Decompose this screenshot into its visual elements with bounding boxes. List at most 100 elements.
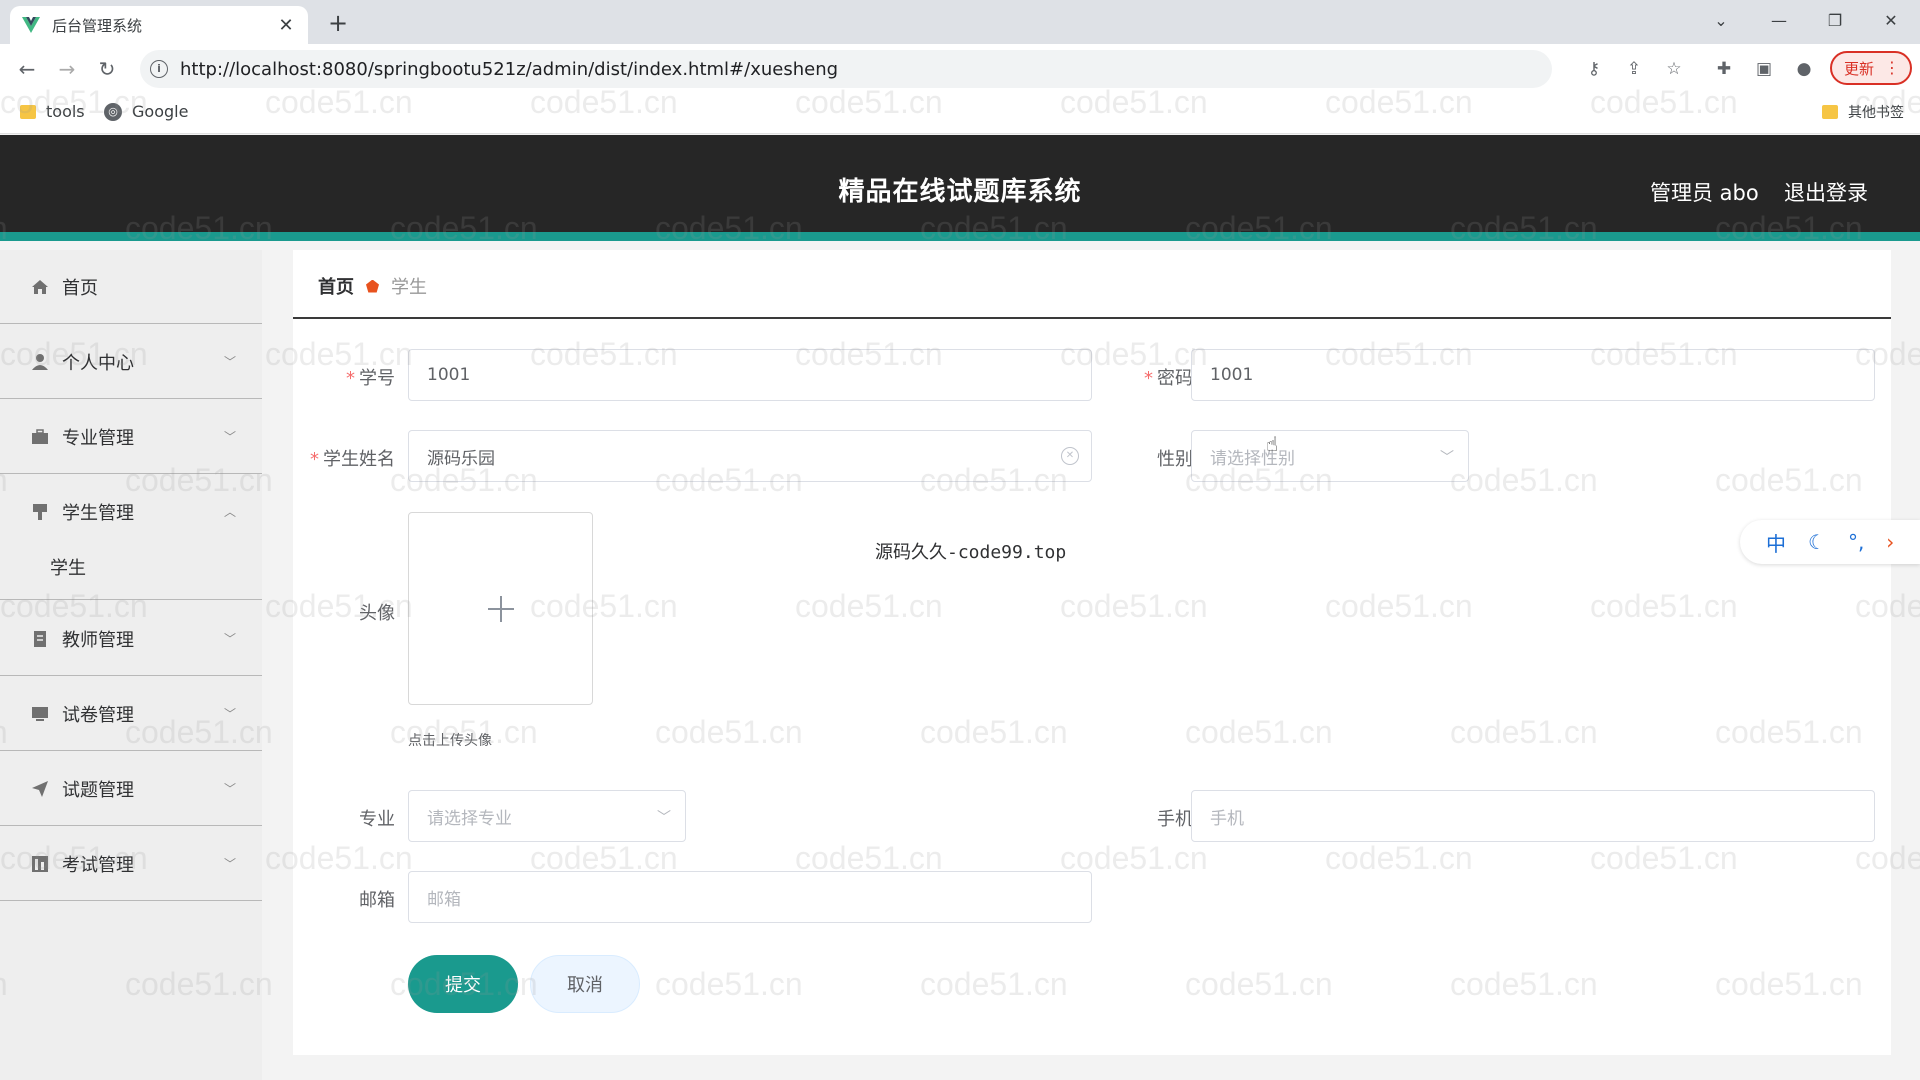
breadcrumb: 首页 学生 (318, 272, 427, 300)
app-title: 精品在线试题库系统 (838, 177, 1082, 207)
monitor-icon (30, 704, 50, 724)
sidebar-item-label: 试卷管理 (62, 704, 134, 726)
cancel-button[interactable]: 取消 (530, 955, 640, 1013)
other-bookmarks[interactable]: 其他书签 (1822, 102, 1904, 122)
sidebar-subitem-label: 学生 (50, 557, 86, 579)
bookmark-label: tools (46, 102, 85, 121)
email-label: 邮箱 (359, 890, 395, 911)
breadcrumb-divider (293, 317, 1891, 319)
overlay-text: 源码久久-code99.top (875, 542, 1067, 563)
vue-logo-icon (22, 16, 40, 34)
new-tab-button[interactable]: + (322, 8, 354, 38)
header-accent-bar (0, 232, 1920, 241)
tab-search-icon[interactable]: ⌄ (1698, 0, 1744, 40)
chevron-down-icon: ﹀ (223, 430, 236, 444)
sidebar: 首页 个人中心 ﹀ 专业管理 ﹀ 学生管理 ︿ 学生 教师管理 ﹀ 试卷管理 ﹀… (0, 250, 262, 1080)
minimize-button[interactable]: — (1756, 0, 1802, 40)
star-icon[interactable]: ☆ (1661, 56, 1687, 82)
tab-close-icon[interactable]: ✕ (276, 15, 296, 36)
required-mark: * (310, 449, 319, 470)
menu-dots-icon: ⋮ (1884, 58, 1900, 77)
ime-toolbar[interactable]: 中 ☾ °, › (1740, 520, 1920, 564)
breadcrumb-current: 学生 (391, 277, 427, 298)
avatar-uploader[interactable] (408, 512, 593, 705)
student-name-input[interactable]: 源码乐园 ✕ (408, 430, 1092, 482)
send-icon (30, 779, 50, 799)
reload-icon[interactable]: ↻ (92, 54, 122, 84)
back-icon[interactable]: ← (12, 54, 42, 84)
window-close-button[interactable]: ✕ (1868, 0, 1914, 40)
folder-icon (1822, 105, 1838, 119)
globe-icon: ◎ (104, 102, 122, 121)
chevron-down-icon: ﹀ (223, 632, 236, 646)
document-icon (30, 629, 50, 649)
bookmark-google[interactable]: ◎ Google (104, 102, 188, 121)
address-bar[interactable]: i http://localhost:8080/springbootu521z/… (140, 50, 1552, 88)
bookmark-tools[interactable]: tools (20, 102, 85, 121)
sidebar-item-label: 学生管理 (62, 503, 134, 524)
student-name-value: 源码乐园 (427, 448, 495, 469)
ime-mode[interactable]: 中 (1766, 528, 1786, 557)
key-icon[interactable]: ⚷ (1581, 56, 1607, 82)
sidebar-item-home[interactable]: 首页 (0, 250, 262, 324)
required-mark: * (1144, 368, 1153, 389)
email-input[interactable]: 邮箱 (408, 871, 1092, 923)
share-icon[interactable]: ⇪ (1621, 56, 1647, 82)
sidepanel-icon[interactable]: ▣ (1751, 56, 1777, 82)
sidebar-item-paper[interactable]: 试卷管理 ﹀ (0, 677, 262, 751)
gender-select[interactable]: 请选择性别 ﹀ (1191, 430, 1469, 482)
chart-icon (30, 854, 50, 874)
flag-icon (30, 502, 50, 522)
url-text: http://localhost:8080/springbootu521z/ad… (180, 58, 839, 80)
sidebar-item-exam[interactable]: 考试管理 ﹀ (0, 827, 262, 901)
sidebar-item-teacher[interactable]: 教师管理 ﹀ (0, 602, 262, 676)
update-button[interactable]: 更新 ⋮ (1830, 51, 1912, 85)
student-name-label: * 学生姓名 (310, 449, 395, 470)
browser-toolbar: ← → ↻ i http://localhost:8080/springboot… (0, 44, 1920, 94)
site-info-icon[interactable]: i (150, 60, 168, 78)
password-input[interactable]: 1001 (1191, 349, 1875, 401)
profile-icon[interactable]: ● (1791, 56, 1817, 82)
sidebar-item-label: 试题管理 (62, 779, 134, 801)
sidebar-item-question[interactable]: 试题管理 ﹀ (0, 752, 262, 826)
briefcase-icon (30, 427, 50, 447)
main-content: 首页 学生 * 学号 1001 * 密码 1001 * 学生姓名 源码乐园 ✕ 性别 … (293, 250, 1891, 1055)
user-icon (30, 352, 50, 372)
sidebar-item-label: 个人中心 (62, 352, 134, 374)
folder-icon (20, 104, 36, 119)
chevron-down-icon: ﹀ (657, 810, 671, 826)
sidebar-item-profile[interactable]: 个人中心 ﹀ (0, 325, 262, 399)
breadcrumb-home[interactable]: 首页 (318, 273, 354, 299)
restore-button[interactable]: ❐ (1812, 0, 1858, 40)
major-select[interactable]: 请选择专业 ﹀ (408, 790, 686, 842)
major-label: 专业 (359, 809, 395, 830)
chevron-up-icon: ︿ (223, 505, 236, 519)
update-label: 更新 (1844, 59, 1875, 78)
browser-tab[interactable]: 后台管理系统 ✕ (10, 6, 308, 44)
chevron-down-icon: ﹀ (1440, 450, 1454, 466)
phone-label: 手机 (1157, 809, 1193, 830)
logout-link[interactable]: 退出登录 (1784, 177, 1868, 207)
gender-placeholder: 请选择性别 (1210, 448, 1295, 469)
sidebar-subitem-student[interactable]: 学生 (0, 534, 262, 600)
extensions-icon[interactable]: ✚ (1711, 56, 1737, 82)
bookmark-label: Google (132, 102, 189, 121)
punctuation-icon[interactable]: °, (1848, 530, 1864, 554)
chevron-right-icon[interactable]: › (1886, 530, 1894, 554)
cursor-hand-icon: ☝ (1266, 432, 1279, 456)
plus-icon (487, 595, 514, 622)
home-icon (30, 277, 50, 297)
phone-input[interactable]: 手机 (1191, 790, 1875, 842)
forward-icon[interactable]: → (52, 54, 82, 84)
student-id-label: * 学号 (346, 368, 395, 389)
gender-label: 性别 (1157, 449, 1193, 470)
submit-button[interactable]: 提交 (408, 955, 518, 1013)
sidebar-item-major[interactable]: 专业管理 ﹀ (0, 400, 262, 474)
chevron-down-icon: ﹀ (223, 782, 236, 796)
moon-icon[interactable]: ☾ (1808, 530, 1826, 554)
chevron-down-icon: ﹀ (223, 355, 236, 369)
student-id-input[interactable]: 1001 (408, 349, 1092, 401)
browser-tabstrip: 后台管理系统 ✕ + ⌄ — ❐ ✕ (0, 0, 1920, 44)
sidebar-item-label: 考试管理 (62, 854, 134, 876)
clear-icon[interactable]: ✕ (1061, 447, 1079, 465)
